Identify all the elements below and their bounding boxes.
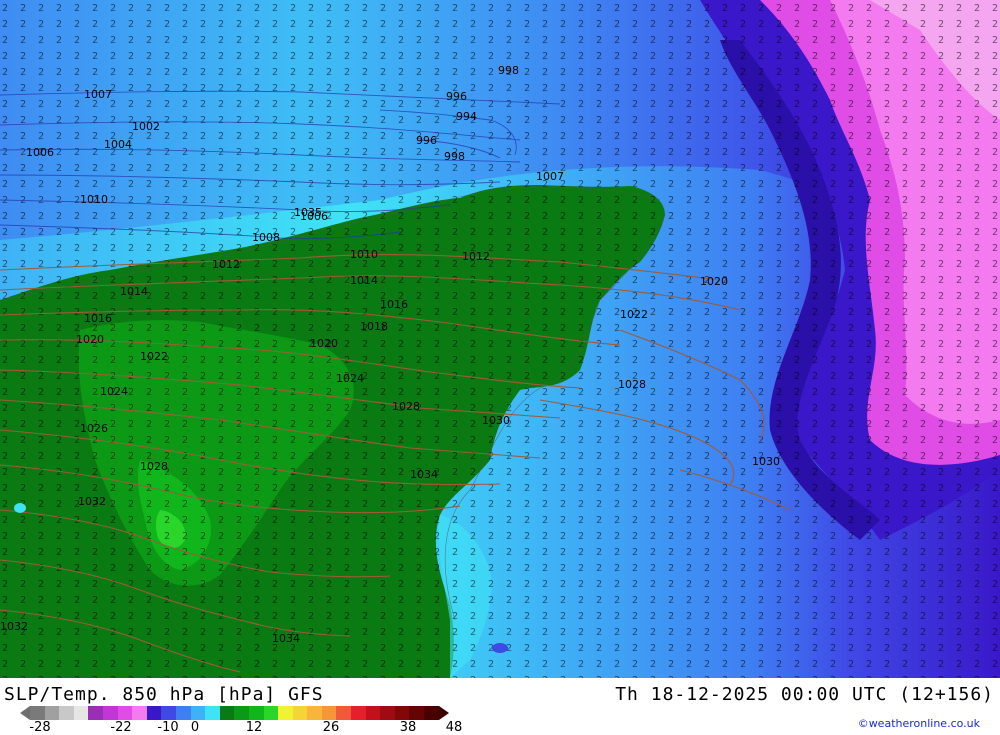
colorbar-swatch bbox=[73, 706, 89, 720]
isobar-label: 1014 bbox=[120, 285, 148, 298]
isobar-label: 1018 bbox=[360, 320, 388, 333]
colorbar-swatch bbox=[146, 706, 162, 720]
isobar-label: 1014 bbox=[350, 274, 378, 287]
colorbar-ticks: -28 -22 -10 0 12 26 38 48 bbox=[0, 720, 500, 735]
isobar-label: 1020 bbox=[76, 333, 104, 346]
weather-map: 2 bbox=[0, 0, 1000, 678]
colorbar-swatch bbox=[248, 706, 264, 720]
isobar-label: 1022 bbox=[620, 308, 648, 321]
isobar-label: 1030 bbox=[752, 455, 780, 468]
isobar-label: 1022 bbox=[140, 350, 168, 363]
colorbar-swatch bbox=[292, 706, 308, 720]
isobar-label: 1028 bbox=[392, 400, 420, 413]
colorbar-swatch bbox=[351, 706, 366, 720]
isobar-label: 998 bbox=[444, 150, 465, 163]
colorbar-swatch bbox=[307, 706, 322, 720]
colorbar-swatch bbox=[219, 706, 235, 720]
isobar-label: 1020 bbox=[700, 275, 728, 288]
colorbar-swatch bbox=[102, 706, 118, 720]
isobar-label: 1002 bbox=[132, 120, 160, 133]
isobar-label: 998 bbox=[498, 64, 519, 77]
isobar-label: 996 bbox=[416, 134, 437, 147]
lake-feature bbox=[14, 503, 26, 513]
map-canvas: 2 bbox=[0, 0, 1000, 678]
colorbar-arrow-right bbox=[438, 706, 449, 720]
isobar-label: 1012 bbox=[212, 258, 240, 271]
isobar-label: 1020 bbox=[310, 337, 338, 350]
colorbar-swatch bbox=[409, 706, 425, 720]
isobar-label: 1032 bbox=[78, 495, 106, 508]
isobar-label: 1007 bbox=[84, 88, 112, 101]
colorbar-swatch bbox=[161, 706, 176, 720]
colorbar-swatch bbox=[278, 706, 293, 720]
map-title: SLP/Temp. 850 hPa [hPa] GFS bbox=[4, 684, 324, 705]
colorbar-swatch bbox=[424, 706, 439, 720]
isobar-label: 1006 bbox=[26, 146, 54, 159]
colorbar-swatch bbox=[30, 706, 45, 720]
isobar-label: 1032 bbox=[0, 620, 28, 633]
isobar-label: 1034 bbox=[410, 468, 438, 481]
colorbar-swatch bbox=[394, 706, 410, 720]
isobar-label: 1004 bbox=[104, 138, 132, 151]
lake-feature bbox=[492, 643, 508, 653]
colorbar-swatch bbox=[44, 706, 60, 720]
isobar-label: 1010 bbox=[350, 248, 378, 261]
isobar-label: 1028 bbox=[618, 378, 646, 391]
colorbar-swatch bbox=[175, 706, 191, 720]
isobar-label: 1016 bbox=[84, 312, 112, 325]
colorbar-swatch bbox=[365, 706, 381, 720]
isobar-label: 1010 bbox=[80, 193, 108, 206]
isobar-label: 1007 bbox=[536, 170, 564, 183]
isobar-label: 1012 bbox=[462, 250, 490, 263]
colorbar-swatch bbox=[380, 706, 395, 720]
isobar-label: 1030 bbox=[482, 414, 510, 427]
isobar-label: 996 bbox=[446, 90, 467, 103]
valid-time: Th 18-12-2025 00:00 UTC (12+156) bbox=[615, 684, 994, 705]
colorbar-arrow-left bbox=[20, 706, 30, 720]
colorbar-swatch bbox=[88, 706, 103, 720]
isobar-label: 1034 bbox=[272, 632, 300, 645]
isobar-label: 1016 bbox=[380, 298, 408, 311]
colorbar-swatch bbox=[336, 706, 352, 720]
colorbar-swatch bbox=[321, 706, 337, 720]
colorbar-swatch bbox=[59, 706, 74, 720]
colorbar-swatch bbox=[132, 706, 147, 720]
isobar-label: 1028 bbox=[140, 460, 168, 473]
colorbar-swatch bbox=[263, 706, 279, 720]
isobar-label: 994 bbox=[456, 110, 477, 123]
temperature-grid-values bbox=[0, 0, 1000, 678]
colorbar bbox=[30, 706, 439, 720]
colorbar-swatch bbox=[190, 706, 206, 720]
credit-link[interactable]: ©weatheronline.co.uk bbox=[858, 717, 980, 730]
colorbar-swatch bbox=[234, 706, 249, 720]
isobar-label: 1008 bbox=[252, 231, 280, 244]
isobar-label: 1035 bbox=[294, 206, 322, 219]
isobar-label: 1024 bbox=[336, 372, 364, 385]
isobar-label: 1024 bbox=[100, 385, 128, 398]
isobar-label: 1026 bbox=[80, 422, 108, 435]
colorbar-swatch bbox=[117, 706, 133, 720]
colorbar-swatch bbox=[205, 706, 220, 720]
